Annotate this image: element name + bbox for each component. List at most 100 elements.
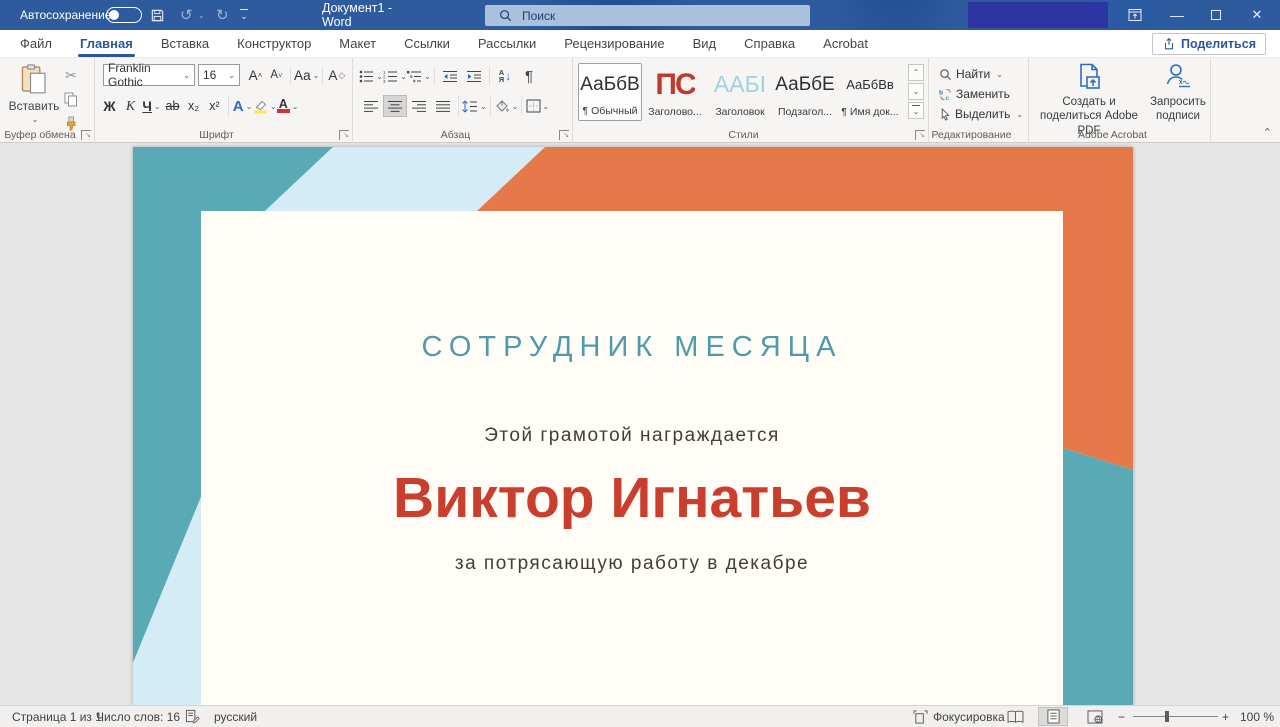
page-info[interactable]: Страница 1 из 1	[12, 706, 102, 727]
share-button[interactable]: Поделиться	[1152, 33, 1266, 55]
zoom-out-button[interactable]: −	[1118, 706, 1125, 727]
styles-dialog-launcher-icon[interactable]: ↘	[915, 130, 925, 140]
web-layout-button[interactable]	[1080, 707, 1110, 726]
ribbon: Вставить ⌄ ✂ Буфер обмена ↘ Franklin Got…	[0, 58, 1280, 143]
strikethrough-button[interactable]: ab	[162, 95, 183, 117]
paste-button[interactable]: Вставить ⌄	[10, 64, 58, 130]
language-status[interactable]: русский	[214, 706, 257, 727]
shrink-font-button[interactable]: А˅	[266, 64, 287, 86]
create-pdf-button[interactable]: Создать и поделиться Adobe PDF	[1031, 63, 1147, 138]
proofing-icon[interactable]	[185, 706, 200, 727]
paragraph-dialog-launcher-icon[interactable]: ↘	[559, 130, 569, 140]
maximize-button[interactable]	[1199, 0, 1233, 30]
styles-scroll-up-icon[interactable]: ⌃	[908, 64, 924, 81]
editing-group: Найти⌄ bc Заменить Выделить⌄ Редактирова…	[929, 58, 1029, 143]
increase-indent-button[interactable]	[462, 65, 486, 87]
save-button[interactable]	[150, 0, 165, 30]
document-page[interactable]: СОТРУДНИК МЕСЯЦА Этой грамотой награждае…	[133, 147, 1133, 705]
status-bar: Страница 1 из 1 Число слов: 16 русский Ф…	[0, 705, 1280, 727]
paragraph-group-label: Абзац	[353, 129, 558, 141]
style-card-normal[interactable]: АаБбВ ¶ Обычный	[578, 63, 642, 121]
cut-button[interactable]: ✂	[60, 66, 82, 84]
sort-button[interactable]: АЯ↓	[493, 65, 517, 87]
request-signatures-button[interactable]: x Запросить подписи	[1147, 63, 1209, 124]
replace-button[interactable]: bc Заменить	[939, 85, 1010, 103]
tab-insert[interactable]: Вставка	[147, 30, 223, 58]
styles-scroll-down-icon[interactable]: ⌄	[908, 83, 924, 100]
autosave-toggle[interactable]	[106, 7, 142, 23]
shading-button[interactable]: ⌄	[494, 95, 519, 117]
zoom-level[interactable]: 100 %	[1240, 706, 1274, 727]
read-mode-button[interactable]	[1000, 707, 1030, 726]
find-button[interactable]: Найти⌄	[939, 65, 1003, 83]
tab-review[interactable]: Рецензирование	[550, 30, 678, 58]
ribbon-display-options-icon[interactable]	[1118, 0, 1152, 30]
underline-button[interactable]: Ч⌄	[141, 95, 162, 117]
minimize-button[interactable]: —	[1160, 0, 1194, 30]
select-button[interactable]: Выделить⌄	[939, 105, 1023, 123]
autosave-label: Автосохранение	[20, 0, 111, 30]
tab-layout[interactable]: Макет	[325, 30, 390, 58]
highlight-button[interactable]: ⌄	[253, 95, 277, 117]
print-layout-button[interactable]	[1038, 707, 1068, 726]
align-right-button[interactable]	[407, 95, 431, 117]
quick-access-customize-icon[interactable]: ⌄	[240, 0, 248, 30]
zoom-in-button[interactable]: +	[1222, 706, 1229, 727]
word-count[interactable]: Число слов: 16	[96, 706, 180, 727]
font-size-value: 16	[203, 68, 216, 82]
justify-button[interactable]	[431, 95, 455, 117]
italic-button[interactable]: К	[120, 95, 141, 117]
style-card-heading2[interactable]: ААБІ Заголовок	[708, 63, 772, 121]
text-effects-button[interactable]: А⌄	[232, 95, 253, 117]
borders-button[interactable]: ⌄	[525, 95, 549, 117]
superscript-button[interactable]: x²	[204, 95, 225, 117]
font-color-button[interactable]: А⌄	[277, 95, 299, 117]
font-color-bar	[277, 109, 290, 113]
tab-acrobat[interactable]: Acrobat	[809, 30, 882, 58]
change-case-button[interactable]: Аа⌄	[294, 64, 319, 86]
paste-dropdown-icon[interactable]: ⌄	[32, 115, 39, 124]
font-size-select[interactable]: 16⌄	[198, 64, 240, 86]
search-input[interactable]: Поиск	[485, 5, 810, 26]
bold-button[interactable]: Ж	[99, 95, 120, 117]
request-signatures-icon: x	[1165, 63, 1191, 91]
undo-icon[interactable]: ↺	[180, 0, 193, 30]
align-center-button[interactable]	[383, 95, 407, 117]
tab-design[interactable]: Конструктор	[223, 30, 325, 58]
certificate-reason-line: за потрясающую работу в декабре	[201, 553, 1063, 575]
svg-text:c: c	[946, 95, 950, 101]
subscript-button[interactable]: x₂	[183, 95, 204, 117]
align-left-button[interactable]	[359, 95, 383, 117]
account-badge[interactable]	[968, 2, 1108, 28]
zoom-slider-handle[interactable]	[1165, 711, 1169, 722]
pilcrow-button[interactable]: ¶	[517, 65, 541, 87]
font-dialog-launcher-icon[interactable]: ↘	[339, 130, 349, 140]
redo-icon[interactable]: ↻	[216, 0, 229, 30]
style-card-heading1[interactable]: ПС Заголово...	[643, 63, 707, 121]
collapse-ribbon-icon[interactable]: ⌃	[1263, 126, 1272, 139]
undo-chevron-icon[interactable]: ⌄	[198, 0, 205, 30]
grow-font-button[interactable]: А˄	[245, 64, 266, 86]
clear-formatting-button[interactable]: А◇	[326, 64, 347, 86]
bullets-button[interactable]: ⌄	[359, 65, 383, 87]
font-name-select[interactable]: Franklin Gothic⌄	[103, 64, 195, 86]
share-icon	[1162, 37, 1176, 51]
tab-mailings[interactable]: Рассылки	[464, 30, 550, 58]
clipboard-dialog-launcher-icon[interactable]: ↘	[81, 130, 91, 140]
tab-home[interactable]: Главная	[66, 30, 147, 58]
tab-references[interactable]: Ссылки	[390, 30, 464, 58]
numbering-button[interactable]: 123⌄	[383, 65, 407, 87]
zoom-slider[interactable]	[1133, 716, 1218, 717]
tab-file[interactable]: Файл	[6, 30, 66, 58]
copy-button[interactable]	[60, 90, 82, 108]
line-spacing-button[interactable]: ⌄	[462, 95, 487, 117]
styles-gallery-expand-icon[interactable]: ⌄	[908, 102, 924, 119]
focus-button[interactable]: Фокусировка	[913, 706, 1005, 727]
multilevel-list-button[interactable]: ⌄	[407, 65, 431, 87]
tab-view[interactable]: Вид	[679, 30, 731, 58]
style-card-docname[interactable]: АаБбВв ¶ Имя док...	[838, 63, 902, 121]
tab-help[interactable]: Справка	[730, 30, 809, 58]
decrease-indent-button[interactable]	[438, 65, 462, 87]
close-button[interactable]: ✕	[1240, 0, 1274, 30]
style-card-subtitle[interactable]: АаБбЕ Подзагол...	[773, 63, 837, 121]
